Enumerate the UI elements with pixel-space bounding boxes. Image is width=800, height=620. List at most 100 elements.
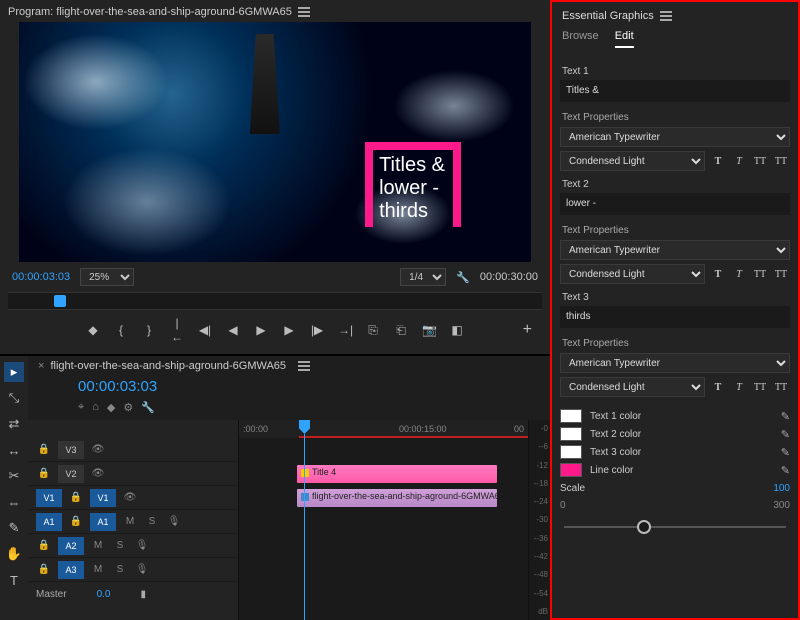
export-frame-icon[interactable]: 📷 — [422, 323, 436, 337]
title-overlay[interactable]: Titles & lower - thirds — [365, 142, 461, 227]
timeline-playhead[interactable] — [299, 420, 310, 620]
lock-icon[interactable]: 🔒 — [68, 492, 84, 503]
toggle-output-icon[interactable]: 👁 — [90, 444, 106, 455]
step-back-icon[interactable]: ◀| — [198, 323, 212, 337]
ripple-tool[interactable]: ⇄ — [4, 414, 24, 434]
text2-color-swatch[interactable] — [560, 427, 582, 441]
faux-italic-button[interactable]: T — [730, 265, 748, 283]
track-select-tool[interactable]: ⤡ — [4, 388, 24, 408]
play-icon[interactable]: ▶ — [254, 323, 268, 337]
lock-icon[interactable]: 🔒 — [36, 540, 52, 551]
slip-tool[interactable]: ⇔ — [4, 492, 24, 512]
mic-icon[interactable]: 🎙 — [166, 516, 182, 527]
lock-icon[interactable]: 🔒 — [68, 516, 84, 527]
tab-edit[interactable]: Edit — [615, 30, 634, 48]
text3-style-select[interactable]: Condensed Light — [560, 377, 705, 397]
go-in-icon[interactable]: |← — [170, 316, 184, 344]
wrench-icon[interactable]: 🔧 — [141, 401, 155, 414]
program-timecode[interactable]: 00:00:03:03 — [12, 271, 70, 283]
clip-title[interactable]: Title 4 — [297, 465, 497, 483]
text2-input[interactable]: lower - — [560, 193, 790, 215]
track-v3[interactable]: V3 — [58, 441, 84, 459]
lock-icon[interactable]: 🔒 — [36, 564, 52, 575]
button-editor-icon[interactable]: + — [523, 321, 532, 339]
program-scrubber[interactable] — [8, 292, 542, 310]
eyedropper-icon[interactable]: ✎ — [781, 446, 790, 459]
zoom-select[interactable]: 25% — [80, 268, 134, 286]
extract-icon[interactable]: ⎗ — [394, 323, 408, 338]
text1-font-select[interactable]: American Typewriter — [560, 127, 790, 147]
all-caps-button[interactable]: TT — [751, 265, 769, 283]
timeline-timecode[interactable]: 00:00:03:03 — [78, 378, 157, 395]
small-caps-button[interactable]: TT — [772, 152, 790, 170]
faux-bold-button[interactable]: T — [709, 152, 727, 170]
text1-color-swatch[interactable] — [560, 409, 582, 423]
all-caps-button[interactable]: TT — [751, 378, 769, 396]
go-out-icon[interactable]: →| — [338, 323, 352, 337]
meter-icon[interactable]: ▮ — [140, 589, 146, 600]
eyedropper-icon[interactable]: ✎ — [781, 410, 790, 423]
settings-icon[interactable]: ⚙ — [123, 401, 133, 414]
faux-italic-button[interactable]: T — [730, 378, 748, 396]
all-caps-button[interactable]: TT — [751, 152, 769, 170]
mic-icon[interactable]: 🎙 — [134, 564, 150, 575]
toggle-output-icon[interactable]: 👁 — [122, 492, 138, 503]
linked-sel-icon[interactable]: ⌂ — [92, 401, 99, 414]
faux-bold-button[interactable]: T — [709, 265, 727, 283]
rate-stretch-tool[interactable]: ↔ — [4, 440, 24, 460]
settings-icon[interactable]: 🔧 — [456, 271, 470, 284]
eyedropper-icon[interactable]: ✎ — [781, 464, 790, 477]
lift-icon[interactable]: ⎘ — [366, 323, 380, 338]
small-caps-button[interactable]: TT — [772, 265, 790, 283]
sequence-name[interactable]: flight-over-the-sea-and-ship-aground-6GM… — [50, 360, 286, 372]
pen-tool[interactable]: ✎ — [4, 518, 24, 538]
text2-style-select[interactable]: Condensed Light — [560, 264, 705, 284]
slider-knob[interactable] — [637, 520, 651, 534]
text1-input[interactable]: Titles & — [560, 80, 790, 102]
panel-menu-icon[interactable] — [298, 7, 310, 17]
scale-slider[interactable] — [564, 517, 786, 537]
close-sequence-icon[interactable]: × — [38, 360, 44, 372]
eyedropper-icon[interactable]: ✎ — [781, 428, 790, 441]
track-a1[interactable]: A1 — [90, 513, 116, 531]
text1-style-select[interactable]: Condensed Light — [560, 151, 705, 171]
text3-color-swatch[interactable] — [560, 445, 582, 459]
timeline-menu-icon[interactable] — [298, 361, 310, 371]
compare-icon[interactable]: ◧ — [450, 323, 464, 337]
playhead-icon[interactable] — [54, 295, 66, 307]
master-value[interactable]: 0.0 — [97, 589, 111, 600]
track-a3[interactable]: A3 — [58, 561, 84, 579]
resolution-select[interactable]: 1/4 — [400, 268, 446, 286]
panel-menu-icon[interactable] — [660, 11, 672, 21]
frame-fwd-icon[interactable]: ▶ — [282, 323, 296, 337]
source-a1[interactable]: A1 — [36, 513, 62, 531]
hand-tool[interactable]: ✋ — [4, 544, 24, 564]
text3-font-select[interactable]: American Typewriter — [560, 353, 790, 373]
in-bracket-icon[interactable]: { — [114, 323, 128, 337]
type-tool[interactable]: T — [4, 570, 24, 590]
marker-add-icon[interactable]: ◆ — [107, 401, 115, 414]
track-v1[interactable]: V1 — [90, 489, 116, 507]
track-v2[interactable]: V2 — [58, 465, 84, 483]
selection-tool[interactable]: ▸ — [4, 362, 24, 382]
lock-icon[interactable]: 🔒 — [36, 468, 52, 479]
faux-bold-button[interactable]: T — [709, 378, 727, 396]
razor-tool[interactable]: ✂ — [4, 466, 24, 486]
tab-browse[interactable]: Browse — [562, 30, 599, 48]
step-fwd-icon[interactable]: |▶ — [310, 323, 324, 337]
timeline-tracks[interactable]: :00:00 00:00:15:00 00 Title 4 flight-ove… — [238, 420, 528, 620]
marker-icon[interactable]: ◆ — [86, 323, 100, 337]
line-color-swatch[interactable] — [560, 463, 582, 477]
out-bracket-icon[interactable]: } — [142, 323, 156, 337]
small-caps-button[interactable]: TT — [772, 378, 790, 396]
mic-icon[interactable]: 🎙 — [134, 540, 150, 551]
source-v1[interactable]: V1 — [36, 489, 62, 507]
faux-italic-button[interactable]: T — [730, 152, 748, 170]
program-viewer[interactable]: Titles & lower - thirds — [19, 22, 531, 262]
text3-input[interactable]: thirds — [560, 306, 790, 328]
snap-icon[interactable]: ⌖ — [78, 401, 84, 414]
toggle-output-icon[interactable]: 👁 — [90, 468, 106, 479]
scale-value[interactable]: 100 — [773, 483, 790, 494]
frame-back-icon[interactable]: ◀ — [226, 323, 240, 337]
track-a2[interactable]: A2 — [58, 537, 84, 555]
